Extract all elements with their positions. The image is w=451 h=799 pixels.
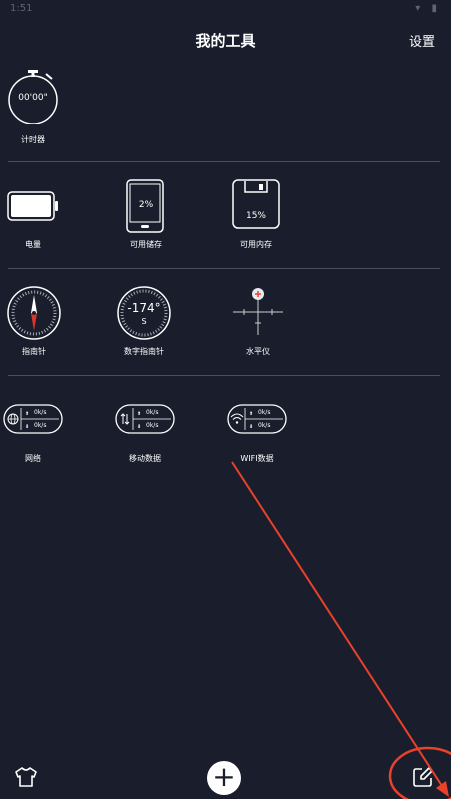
tool-label-digital-compass: 数字指南针 — [124, 347, 164, 356]
svg-text:⬇: ⬇ — [25, 424, 29, 430]
theme-button[interactable] — [14, 766, 38, 792]
bottom-bar: + — [0, 752, 451, 799]
mobile-down-speed: 0k/s — [146, 422, 159, 429]
add-tool-button[interactable]: + — [207, 761, 241, 795]
wifi-up-speed: 0k/s — [258, 409, 271, 416]
annotation-arrow — [231, 461, 451, 799]
tool-label-storage: 可用储存 — [130, 240, 162, 249]
tool-storage[interactable]: 2% 可用储存 — [116, 178, 176, 250]
tool-network[interactable]: ⬆ ⬇ 0k/s 0k/s 网络 — [3, 404, 63, 466]
wifi-data-pill: ⬆ ⬇ — [227, 404, 287, 434]
tool-battery[interactable]: 电量 — [6, 190, 60, 250]
svg-text:⬇: ⬇ — [137, 424, 141, 430]
settings-button[interactable]: 设置 — [409, 31, 435, 50]
tool-label-wifi-data: WIFI数据 — [240, 454, 274, 463]
header: 我的工具 设置 — [0, 20, 451, 60]
tool-label-battery: 电量 — [25, 240, 41, 249]
svg-text:⬆: ⬆ — [249, 411, 253, 417]
mobile-up-speed: 0k/s — [146, 409, 159, 416]
tool-label-level: 水平仪 — [246, 347, 270, 356]
transfer-icon — [120, 413, 130, 425]
divider — [8, 375, 440, 376]
tool-wifi-data[interactable]: ⬆ ⬇ 0k/s 0k/s WIFI数据 — [227, 404, 287, 466]
battery-icon — [7, 191, 58, 221]
network-up-speed: 0k/s — [34, 409, 47, 416]
edit-icon — [413, 767, 433, 787]
tool-memory[interactable]: 15% 可用内存 — [226, 178, 286, 250]
shirt-icon — [15, 767, 37, 787]
svg-text:⬆: ⬆ — [137, 411, 141, 417]
network-down-speed: 0k/s — [34, 422, 47, 429]
network-pill: ⬆ ⬇ — [3, 404, 63, 434]
timer-display: 00'00" — [18, 93, 48, 103]
page-title: 我的工具 — [195, 32, 256, 50]
tool-label-network: 网络 — [25, 454, 41, 463]
plus-icon: + — [212, 760, 236, 793]
divider — [8, 161, 440, 162]
status-icons: ▾ ▮ — [415, 3, 441, 14]
wifi-icon — [230, 413, 244, 424]
tool-timer[interactable]: 00'00" 计时器 — [6, 68, 60, 148]
globe-icon — [7, 413, 19, 425]
memory-card-icon — [232, 179, 280, 229]
svg-text:⬇: ⬇ — [249, 424, 253, 430]
svg-text:⬆: ⬆ — [25, 411, 29, 417]
status-bar: 1:51 ▾ ▮ — [0, 0, 451, 20]
digital-compass-degrees: -174° — [127, 301, 161, 315]
edit-button[interactable] — [412, 766, 434, 792]
tool-label-timer: 计时器 — [21, 135, 45, 144]
storage-value: 2% — [138, 200, 154, 210]
tool-label-memory: 可用内存 — [240, 240, 272, 249]
tool-label-compass: 指南针 — [22, 347, 46, 356]
digital-compass-direction: S — [141, 317, 147, 326]
status-time: 1:51 — [10, 3, 33, 14]
tool-digital-compass[interactable]: -174° S 数字指南针 — [116, 285, 172, 357]
tool-mobile-data[interactable]: ⬆ ⬇ 0k/s 0k/s 移动数据 — [115, 404, 175, 466]
memory-value: 15% — [245, 211, 266, 221]
level-icon — [233, 288, 283, 335]
tool-compass[interactable]: 指南针 — [6, 285, 62, 357]
divider — [8, 268, 440, 269]
tool-label-mobile-data: 移动数据 — [129, 454, 161, 463]
compass-icon — [7, 286, 61, 340]
tool-level[interactable]: 水平仪 — [230, 285, 286, 357]
wifi-down-speed: 0k/s — [258, 422, 271, 429]
mobile-data-pill: ⬆ ⬇ — [115, 404, 175, 434]
